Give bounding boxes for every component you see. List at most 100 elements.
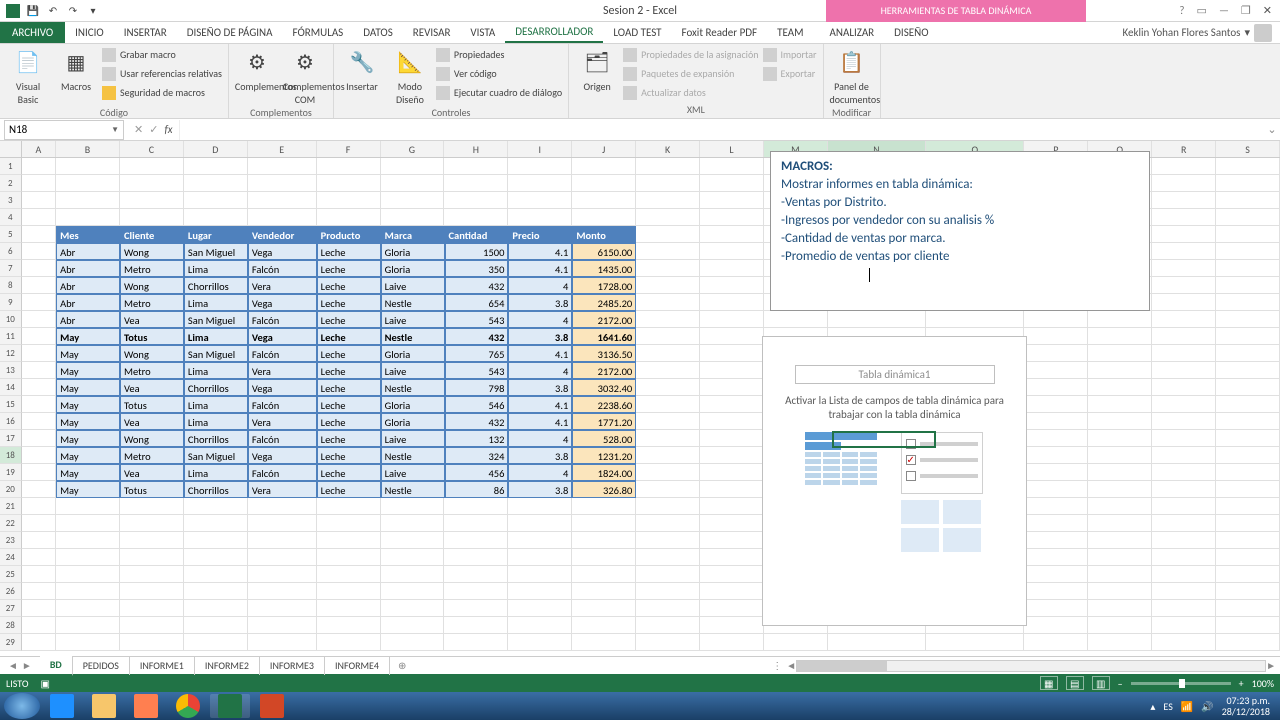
cell[interactable] — [1216, 175, 1280, 192]
cell[interactable]: Precio — [508, 226, 572, 243]
cell[interactable]: Wong — [120, 277, 184, 294]
row-header[interactable]: 9 — [0, 294, 22, 311]
col-header[interactable]: J — [572, 141, 636, 157]
cell[interactable]: 528.00 — [572, 430, 636, 447]
cell[interactable] — [636, 362, 700, 379]
cell[interactable]: Abr — [56, 311, 120, 328]
col-header[interactable]: G — [381, 141, 445, 157]
cell[interactable]: Vera — [248, 481, 317, 498]
cell[interactable]: Metro — [120, 447, 184, 464]
cell[interactable] — [1216, 634, 1280, 651]
cell[interactable] — [636, 226, 700, 243]
cell[interactable]: Leche — [317, 362, 381, 379]
origen-button[interactable]: 🗂Origen — [575, 46, 619, 93]
cell[interactable] — [572, 600, 636, 617]
cell[interactable]: Totus — [120, 396, 184, 413]
cell[interactable]: 1435.00 — [572, 260, 636, 277]
zoom-out-button[interactable]: – — [1118, 677, 1123, 690]
cell[interactable]: 4.1 — [508, 413, 572, 430]
cell[interactable] — [444, 515, 508, 532]
tab-file[interactable]: ARCHIVO — [0, 22, 65, 43]
tab-formulas[interactable]: FÓRMULAS — [283, 22, 354, 43]
cell[interactable] — [1024, 379, 1088, 396]
cell[interactable] — [1088, 413, 1152, 430]
cell[interactable] — [636, 328, 700, 345]
cell[interactable] — [508, 549, 572, 566]
cell[interactable]: Leche — [317, 481, 381, 498]
cell[interactable] — [22, 600, 56, 617]
cell[interactable] — [636, 379, 700, 396]
cell[interactable]: 3.8 — [508, 447, 572, 464]
cell[interactable] — [1024, 464, 1088, 481]
cell[interactable] — [636, 430, 700, 447]
cell[interactable] — [1024, 515, 1088, 532]
cell[interactable] — [636, 634, 700, 651]
cell[interactable] — [700, 481, 764, 498]
ribbon-options-icon[interactable]: ▭ — [1197, 4, 1207, 17]
cell[interactable] — [636, 583, 700, 600]
cell[interactable]: Chorrillos — [184, 430, 248, 447]
tab-diseno[interactable]: DISEÑO — [884, 22, 938, 43]
cell[interactable]: Leche — [317, 311, 381, 328]
cell[interactable] — [120, 175, 184, 192]
cell[interactable]: Monto — [572, 226, 636, 243]
cell[interactable]: Vea — [120, 464, 184, 481]
cell[interactable] — [764, 634, 828, 651]
cell[interactable]: 3.8 — [508, 481, 572, 498]
restore-icon[interactable]: ❐ — [1241, 4, 1251, 17]
cell[interactable] — [381, 583, 445, 600]
cell[interactable] — [1088, 617, 1152, 634]
cell[interactable]: Chorrillos — [184, 379, 248, 396]
cell[interactable] — [508, 158, 572, 175]
media-icon[interactable] — [126, 694, 166, 718]
cell[interactable] — [1152, 158, 1216, 175]
cell[interactable] — [444, 600, 508, 617]
cell[interactable]: Nestle — [381, 481, 445, 498]
cell[interactable] — [1152, 617, 1216, 634]
cell[interactable] — [22, 447, 56, 464]
cell[interactable] — [1152, 549, 1216, 566]
complementos-com-button[interactable]: ⚙Complementos COM — [283, 46, 327, 106]
cell[interactable] — [184, 532, 248, 549]
cell[interactable] — [636, 209, 700, 226]
cell[interactable] — [1088, 379, 1152, 396]
cell[interactable] — [1152, 226, 1216, 243]
pivot-placeholder[interactable]: Tabla dinámica1 Activar la Lista de camp… — [762, 336, 1027, 626]
cell[interactable]: Metro — [120, 362, 184, 379]
cell[interactable] — [444, 617, 508, 634]
cell[interactable] — [1024, 413, 1088, 430]
row-header[interactable]: 1 — [0, 158, 22, 175]
cell[interactable]: Lima — [184, 294, 248, 311]
propiedades-button[interactable]: Propiedades — [436, 46, 562, 63]
cell[interactable]: Leche — [317, 464, 381, 481]
cell[interactable] — [120, 549, 184, 566]
cell[interactable] — [1152, 294, 1216, 311]
cell[interactable] — [184, 515, 248, 532]
cell[interactable] — [1088, 549, 1152, 566]
cell[interactable]: 654 — [445, 294, 509, 311]
cell[interactable] — [317, 175, 381, 192]
cell[interactable] — [1216, 430, 1280, 447]
cell[interactable]: 432 — [445, 328, 509, 345]
cell[interactable]: Leche — [317, 243, 381, 260]
cell[interactable] — [1216, 158, 1280, 175]
cell[interactable]: Vea — [120, 413, 184, 430]
cell[interactable] — [1216, 600, 1280, 617]
cell[interactable]: 350 — [445, 260, 509, 277]
cell[interactable] — [1088, 583, 1152, 600]
col-header[interactable]: F — [317, 141, 381, 157]
cell[interactable] — [184, 158, 248, 175]
cell[interactable] — [1216, 464, 1280, 481]
explorer-icon[interactable] — [84, 694, 124, 718]
cell[interactable] — [508, 600, 572, 617]
cell[interactable] — [381, 532, 445, 549]
row-header[interactable]: 22 — [0, 515, 22, 532]
cell[interactable] — [572, 515, 636, 532]
cell[interactable] — [508, 566, 572, 583]
cell[interactable] — [56, 566, 120, 583]
cell[interactable] — [1088, 515, 1152, 532]
col-header[interactable]: E — [248, 141, 317, 157]
cell[interactable] — [572, 532, 636, 549]
cell[interactable] — [22, 634, 56, 651]
cell[interactable]: 2485.20 — [572, 294, 636, 311]
